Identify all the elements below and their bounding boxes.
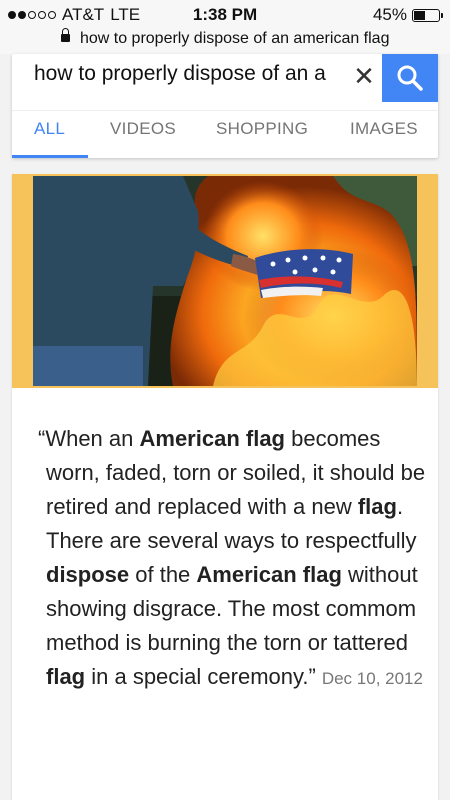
snippet-image-frame <box>12 174 438 388</box>
quote-text-segment: of the <box>129 562 197 587</box>
quote-bold-term: American flag <box>139 426 286 451</box>
search-icon <box>397 65 423 91</box>
search-button[interactable] <box>382 54 438 102</box>
tab-all[interactable]: ALL <box>34 119 65 139</box>
status-bar: AT&T LTE 1:38 PM 45% <box>0 0 450 30</box>
close-icon: ✕ <box>353 61 375 91</box>
battery-info: 45% <box>372 5 443 25</box>
url-bar[interactable]: how to properly dispose of an american f… <box>0 27 450 54</box>
featured-snippet-card[interactable]: “When an American flag becomes worn, fad… <box>12 174 438 800</box>
tab-images[interactable]: IMAGES <box>350 119 418 139</box>
snippet-image[interactable] <box>33 176 417 386</box>
battery-icon <box>412 8 443 22</box>
quote-text-segment: “When an <box>38 426 140 451</box>
search-row: how to properly dispose of an a ✕ <box>12 54 438 102</box>
clear-search-button[interactable]: ✕ <box>348 60 380 92</box>
flag-burning-photo <box>33 176 417 386</box>
active-tab-indicator <box>12 155 88 158</box>
url-text: how to properly dispose of an american f… <box>79 30 390 47</box>
lock-icon <box>60 27 70 42</box>
search-input[interactable]: how to properly dispose of an a <box>34 62 352 86</box>
tab-videos[interactable]: VIDEOS <box>110 119 176 139</box>
snippet-date: Dec 10, 2012 <box>321 669 423 688</box>
quote-text-segment: in a special ceremony.” <box>85 664 316 689</box>
quote-bold-term: dispose <box>46 562 130 587</box>
search-tabs: ALL VIDEOS SHOPPING IMAGES <box>12 110 438 158</box>
quote-bold-term: flag <box>46 664 86 689</box>
tab-shopping[interactable]: SHOPPING <box>216 119 308 139</box>
quote-bold-term: American flag <box>196 562 342 587</box>
quote-bold-term: flag <box>357 494 397 519</box>
battery-percent: 45% <box>372 5 407 24</box>
search-card: how to properly dispose of an a ✕ ALL VI… <box>12 54 438 158</box>
snippet-quote: “When an American flag becomes worn, fad… <box>32 422 428 696</box>
